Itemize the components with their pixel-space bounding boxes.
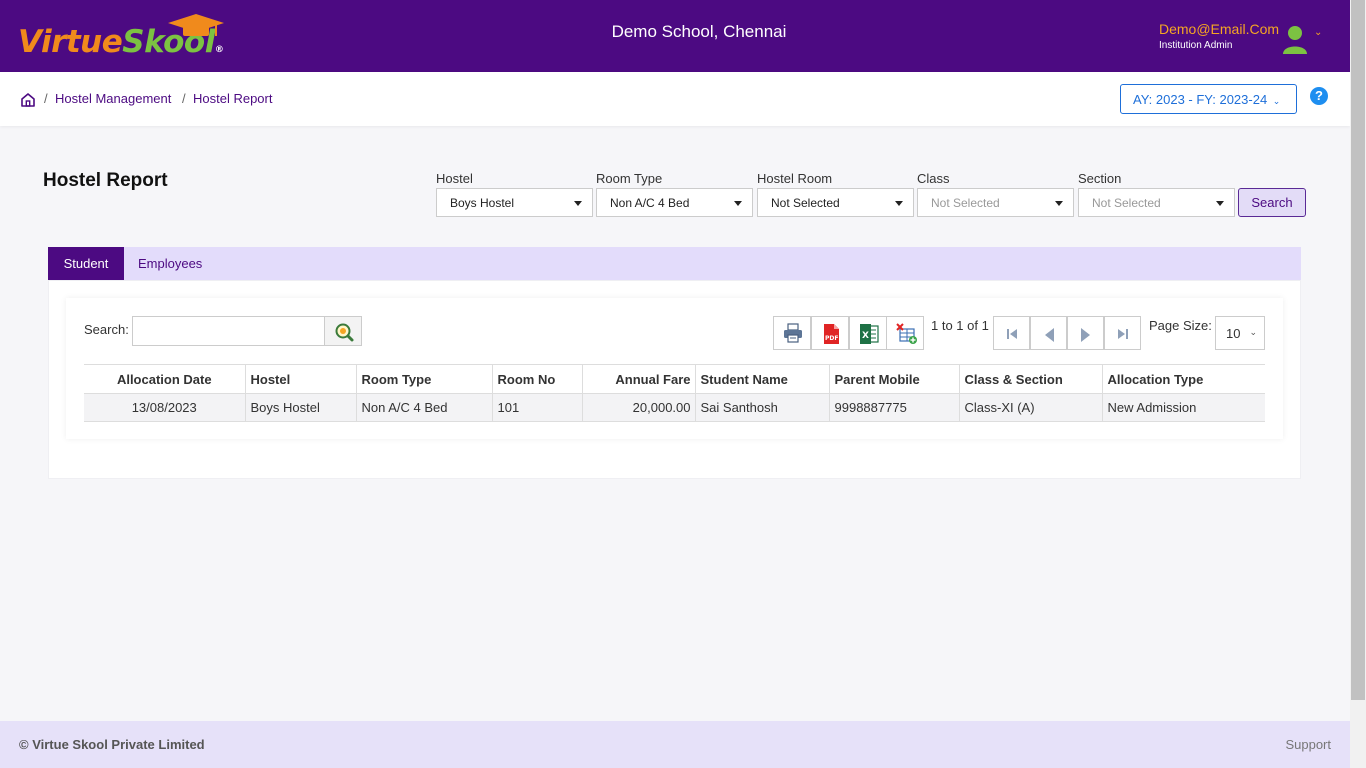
table-header-row: Allocation Date Hostel Room Type Room No… <box>84 364 1265 394</box>
hostel-filter-label: Hostel <box>436 171 473 186</box>
user-role: Institution Admin <box>1159 40 1233 51</box>
footer: © Virtue Skool Private Limited Support <box>0 721 1350 768</box>
academic-year-label: AY: 2023 - FY: 2023-24 <box>1133 92 1268 107</box>
column-header[interactable]: Annual Fare <box>581 364 695 394</box>
last-page-button[interactable] <box>1104 316 1141 350</box>
column-header[interactable]: Room No <box>491 364 582 394</box>
hostel-room-filter-select[interactable]: Not Selected <box>757 188 914 217</box>
next-page-button[interactable] <box>1067 316 1104 350</box>
room-type-filter-value: Non A/C 4 Bed <box>610 196 690 210</box>
user-email[interactable]: Demo@Email.Com <box>1159 21 1279 37</box>
footer-copyright: © Virtue Skool Private Limited <box>19 737 205 752</box>
chevron-down-icon: ⌄ <box>1249 327 1257 337</box>
breadcrumb-bar: / Hostel Management / Hostel Report AY: … <box>0 72 1350 126</box>
tab-student[interactable]: Student <box>48 247 124 280</box>
column-header[interactable]: Hostel <box>244 364 356 394</box>
chevron-down-icon: ⌄ <box>1270 96 1281 106</box>
hostel-room-filter-label: Hostel Room <box>757 171 833 186</box>
export-pdf-button[interactable]: PDF <box>811 316 849 350</box>
caret-down-icon <box>895 201 903 206</box>
section-filter-select[interactable]: Not Selected <box>1078 188 1235 217</box>
hostel-room-filter-value: Not Selected <box>771 196 840 210</box>
room-type-filter-select[interactable]: Non A/C 4 Bed <box>596 188 753 217</box>
svg-text:X: X <box>862 331 869 341</box>
first-page-icon <box>1007 329 1017 339</box>
grid-search-label: Search: <box>84 322 129 337</box>
page-size-select[interactable]: 10 ⌄ <box>1215 316 1265 350</box>
tab-employees[interactable]: Employees <box>138 247 202 280</box>
grid-search-input[interactable] <box>132 316 325 346</box>
table-cell: New Admission <box>1101 393 1265 422</box>
export-excel-button[interactable]: X <box>849 316 887 350</box>
column-header[interactable]: Class & Section <box>958 364 1102 394</box>
page-title: Hostel Report <box>43 170 168 191</box>
magnifier-icon <box>335 323 354 342</box>
table-cell: Class-XI (A) <box>958 393 1102 422</box>
academic-year-selector[interactable]: AY: 2023 - FY: 2023-24 ⌄ <box>1120 84 1297 114</box>
caret-down-icon <box>574 201 582 206</box>
last-page-icon <box>1118 329 1128 339</box>
section-filter-value: Not Selected <box>1092 196 1161 210</box>
caret-down-icon <box>1055 201 1063 206</box>
hostel-filter-value: Boys Hostel <box>450 196 515 210</box>
print-button[interactable] <box>773 316 811 350</box>
caret-down-icon <box>1216 201 1224 206</box>
table-cell: 13/08/2023 <box>84 393 245 422</box>
first-page-button[interactable] <box>993 316 1030 350</box>
grid-settings-icon <box>896 323 917 344</box>
top-navbar: VirtueSkool® Demo School, Chennai Demo@E… <box>0 0 1350 72</box>
caret-down-icon <box>734 201 742 206</box>
column-chooser-button[interactable] <box>886 316 924 350</box>
tab-bar: Student Employees <box>48 247 1301 280</box>
breadcrumb-hostel-report[interactable]: Hostel Report <box>193 91 272 106</box>
scrollbar-thumb[interactable] <box>1351 0 1365 700</box>
class-filter-select[interactable]: Not Selected <box>917 188 1074 217</box>
previous-page-icon <box>1045 328 1054 342</box>
next-page-icon <box>1081 328 1090 342</box>
table-cell: Sai Santhosh <box>694 393 829 422</box>
pdf-file-icon: PDF <box>824 324 839 344</box>
table-row[interactable]: 13/08/2023 Boys Hostel Non A/C 4 Bed 101… <box>84 393 1265 422</box>
table-cell: Boys Hostel <box>244 393 356 422</box>
class-filter-label: Class <box>917 171 950 186</box>
breadcrumb-hostel-management[interactable]: Hostel Management <box>55 91 171 106</box>
class-filter-value: Not Selected <box>931 196 1000 210</box>
hostel-report-table: Allocation Date Hostel Room Type Room No… <box>84 364 1265 422</box>
room-type-filter-label: Room Type <box>596 171 663 186</box>
svg-text:PDF: PDF <box>825 335 838 342</box>
breadcrumb-separator: / <box>182 91 186 106</box>
hostel-filter-select[interactable]: Boys Hostel <box>436 188 593 217</box>
table-cell: 101 <box>491 393 582 422</box>
user-avatar-icon[interactable] <box>1283 24 1307 54</box>
column-header[interactable]: Parent Mobile <box>828 364 959 394</box>
grid-search-button[interactable] <box>324 316 362 346</box>
table-cell: 9998887775 <box>828 393 959 422</box>
column-header[interactable]: Allocation Date <box>84 364 245 394</box>
table-cell: 20,000.00 <box>581 393 695 422</box>
page-size-value: 10 <box>1226 326 1241 341</box>
pager-info: 1 to 1 of 1 <box>931 318 989 333</box>
table-cell: Non A/C 4 Bed <box>355 393 492 422</box>
column-header[interactable]: Allocation Type <box>1101 364 1265 394</box>
excel-file-icon: X <box>860 324 879 344</box>
breadcrumb-separator: / <box>44 91 48 106</box>
filter-search-button[interactable]: Search <box>1238 188 1306 217</box>
previous-page-button[interactable] <box>1030 316 1067 350</box>
footer-support-link[interactable]: Support <box>1285 737 1331 752</box>
column-header[interactable]: Room Type <box>355 364 492 394</box>
column-header[interactable]: Student Name <box>694 364 829 394</box>
printer-icon <box>784 323 802 343</box>
user-menu-chevron-icon[interactable]: ⌄ <box>1314 27 1322 38</box>
page-size-label: Page Size: <box>1149 318 1212 333</box>
section-filter-label: Section <box>1078 171 1122 186</box>
home-icon[interactable] <box>20 92 36 108</box>
help-icon[interactable]: ? <box>1310 87 1328 105</box>
